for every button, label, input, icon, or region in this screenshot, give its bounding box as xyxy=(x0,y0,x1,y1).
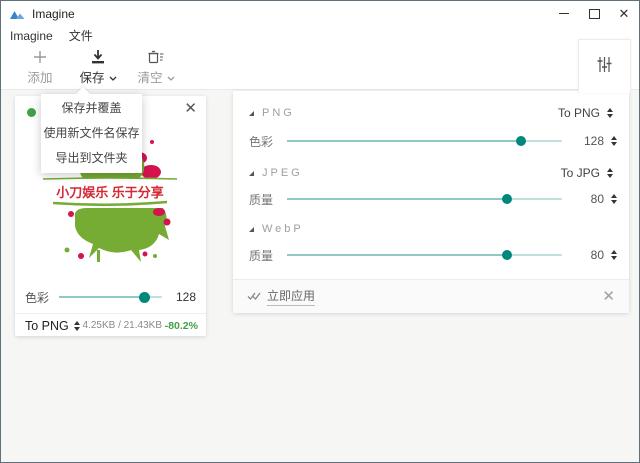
chevron-down-icon xyxy=(109,70,117,84)
menu-item-export-folder[interactable]: 导出到文件夹 xyxy=(41,146,142,171)
png-color-slider-row: 色彩 128 xyxy=(249,131,617,151)
slider-label: 色彩 xyxy=(249,133,277,150)
collapse-caret-icon xyxy=(249,171,254,176)
savings-badge: -80.2% xyxy=(165,320,198,332)
value-stepper[interactable] xyxy=(611,250,617,260)
slider-thumb[interactable] xyxy=(502,250,512,260)
slider-thumb[interactable] xyxy=(502,194,512,204)
download-icon xyxy=(91,48,105,64)
slider-value: 128 xyxy=(578,134,604,148)
panel-footer: 立即应用 ✕ xyxy=(233,279,629,313)
clear-button[interactable]: 清空 xyxy=(135,48,177,86)
window-title: Imagine xyxy=(32,7,75,21)
add-label: 添加 xyxy=(27,67,52,86)
value-stepper[interactable] xyxy=(611,194,617,204)
chevron-down-icon xyxy=(167,70,175,84)
divider xyxy=(15,313,206,314)
menu-item-save-overwrite[interactable]: 保存并覆盖 xyxy=(41,96,142,121)
slider-label: 质量 xyxy=(249,191,277,208)
maximize-icon xyxy=(589,9,600,19)
trash-icon xyxy=(148,48,164,64)
section-name-png: PNG xyxy=(262,107,295,119)
tune-sliders-icon xyxy=(596,56,613,78)
maximize-button[interactable] xyxy=(579,1,609,26)
add-button[interactable]: 添加 xyxy=(19,48,61,86)
png-color-slider[interactable] xyxy=(287,140,562,142)
slider-thumb[interactable] xyxy=(516,136,526,146)
app-logo-icon xyxy=(10,8,25,20)
webp-quality-slider-row: 质量 80 xyxy=(249,245,617,265)
updown-arrows-icon xyxy=(607,108,613,118)
card-format-dropdown[interactable]: To PNG xyxy=(25,319,80,333)
card-footer: To PNG 4.25KB / 21.43KB -80.2% xyxy=(25,317,198,334)
panel-close-icon[interactable]: ✕ xyxy=(602,289,615,304)
close-button[interactable]: ✕ xyxy=(609,1,639,26)
value-stepper[interactable] xyxy=(611,136,617,146)
section-name-jpeg: JPEG xyxy=(262,167,303,179)
clear-label: 清空 xyxy=(137,67,162,86)
jpeg-format-dropdown[interactable]: To JPG xyxy=(561,166,613,180)
menubar: Imagine 文件 xyxy=(1,26,639,45)
png-format-dropdown[interactable]: To PNG xyxy=(558,106,613,120)
jpeg-quality-slider[interactable] xyxy=(287,198,562,200)
logo-text: 小刀娱乐 乐于分享 xyxy=(56,185,164,200)
settings-panel: PNG To PNG 色彩 128 JPEG To JPG 质量 80 WebP… xyxy=(233,91,629,313)
card-color-slider-row: 色彩 128 xyxy=(25,288,196,306)
save-button[interactable]: 保存 xyxy=(77,48,119,86)
jpeg-section-header[interactable]: JPEG To JPG xyxy=(249,163,613,183)
color-value: 128 xyxy=(172,290,196,304)
plus-icon xyxy=(33,48,47,64)
menu-imagine[interactable]: Imagine xyxy=(10,29,53,43)
collapse-caret-icon xyxy=(249,111,254,116)
webp-section-header[interactable]: WebP xyxy=(249,219,613,239)
window-controls: ✕ xyxy=(549,1,639,26)
slider-value: 80 xyxy=(578,248,604,262)
card-close-icon[interactable]: ✕ xyxy=(184,101,197,116)
collapse-caret-icon xyxy=(249,227,254,232)
menu-item-save-new-name[interactable]: 使用新文件名保存 xyxy=(41,121,142,146)
minimize-icon xyxy=(559,13,569,14)
save-dropdown-menu: 保存并覆盖 使用新文件名保存 导出到文件夹 xyxy=(41,94,142,173)
png-section-header[interactable]: PNG To PNG xyxy=(249,103,613,123)
toolbar: 添加 保存 清空 xyxy=(1,45,639,89)
color-label: 色彩 xyxy=(25,289,53,306)
status-dot-icon xyxy=(27,108,36,117)
slider-label: 质量 xyxy=(249,247,277,264)
slider-thumb[interactable] xyxy=(139,292,150,303)
file-size-text: 4.25KB / 21.43KB xyxy=(80,320,165,331)
card-color-slider[interactable] xyxy=(59,296,162,298)
close-icon: ✕ xyxy=(619,7,630,20)
jpeg-quality-slider-row: 质量 80 xyxy=(249,189,617,209)
menu-file[interactable]: 文件 xyxy=(69,27,93,44)
slider-value: 80 xyxy=(578,192,604,206)
titlebar: Imagine ✕ xyxy=(1,1,639,26)
updown-arrows-icon xyxy=(607,168,613,178)
double-check-icon xyxy=(247,290,261,304)
webp-quality-slider[interactable] xyxy=(287,254,562,256)
save-label: 保存 xyxy=(79,67,104,86)
section-name-webp: WebP xyxy=(262,223,304,235)
app-window: Imagine ✕ Imagine 文件 添加 保存 清空 xyxy=(0,0,640,463)
settings-toggle-button[interactable] xyxy=(578,39,631,93)
minimize-button[interactable] xyxy=(549,1,579,26)
apply-now-button[interactable]: 立即应用 xyxy=(247,287,315,306)
